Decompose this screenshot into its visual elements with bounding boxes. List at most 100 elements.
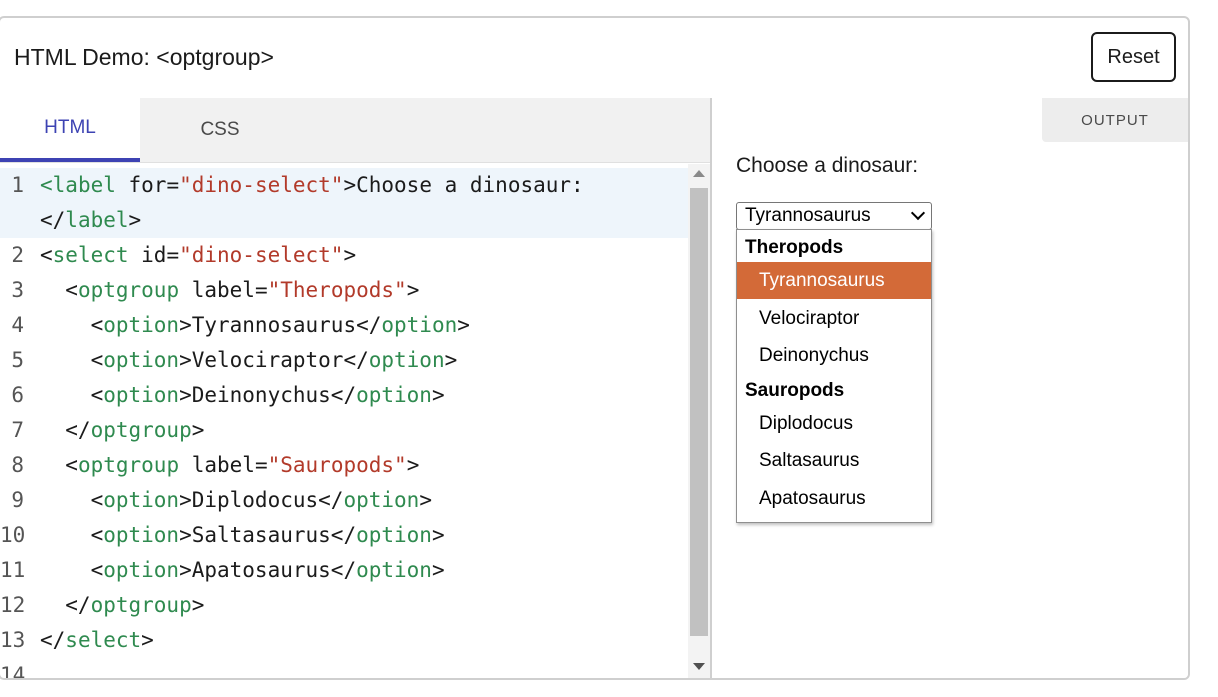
code-area[interactable]: 1 <label for="dino-select">Choose a dinos… (0, 164, 688, 678)
code-token-tag: option (343, 488, 420, 512)
dropdown-option[interactable]: Saltasaurus (737, 442, 931, 479)
choose-label: Choose a dinosaur: (736, 154, 919, 177)
line-number: 7 (11, 418, 24, 442)
code-token-tag: label (52, 173, 116, 197)
select-value: Tyrannosaurus (745, 205, 871, 226)
code-text: <optgroup label="Sauropods"> (40, 448, 419, 483)
code-token-text: < (40, 348, 104, 372)
code-line: 10 <option>Saltasaurus</option> (0, 518, 688, 553)
code-token-tag: optgroup (90, 593, 192, 617)
demo-title: HTML Demo: <optgroup> (14, 44, 274, 70)
code-token-text: > (128, 208, 142, 232)
output-panel: OUTPUT Choose a dinosaur: Tyrannosaurus … (712, 98, 1188, 678)
code-token-tag: < (40, 173, 53, 197)
optgroup-label: Sauropods (745, 379, 845, 401)
code-token-string: "dino-select" (179, 173, 344, 197)
code-token-text: > (431, 383, 445, 407)
code-text: <label for="dino-select">Choose a dinosa… (40, 168, 584, 203)
code-token-text: > (444, 348, 458, 372)
code-line: 1 <label for="dino-select">Choose a dinos… (0, 168, 688, 203)
code-text: <option>Apatosaurus</option> (40, 553, 445, 588)
code-token-text: < (40, 523, 104, 547)
code-token-text: >Saltasaurus</ (179, 523, 357, 547)
code-token-tag: option (103, 348, 180, 372)
code-scrollbar[interactable] (688, 164, 710, 678)
code-line: 9 <option>Diplodocus</option> (0, 483, 688, 518)
code-token-string: "Sauropods" (267, 453, 407, 477)
dino-select[interactable]: Tyrannosaurus (736, 202, 932, 230)
code-token-text: >Tyrannosaurus</ (179, 313, 382, 337)
code-token-tag: option (103, 383, 180, 407)
dropdown-option[interactable]: Velociraptor (737, 300, 931, 337)
tab-css[interactable]: CSS (140, 98, 300, 162)
code-text: <option>Tyrannosaurus</option> (40, 308, 470, 343)
code-token-text: > (141, 628, 154, 652)
dropdown-option[interactable]: Diplodocus (737, 405, 931, 442)
chevron-down-icon (910, 205, 926, 221)
code-text: <option>Saltasaurus</option> (40, 518, 445, 553)
line-number: 6 (11, 383, 24, 407)
code-line: 2 <select id="dino-select"> (0, 238, 688, 273)
code-line: </label> (0, 203, 688, 238)
tab-html[interactable]: HTML (0, 98, 140, 162)
code-token-text: > (406, 453, 420, 477)
code-line: 8 <optgroup label="Sauropods"> (0, 448, 688, 483)
line-number: 10 (0, 523, 26, 547)
select-dropdown: Theropods Tyrannosaurus Velociraptor Deinon… (736, 229, 932, 523)
editor-tabs: HTML CSS (0, 98, 710, 163)
code-token-text: < (40, 278, 78, 302)
code-token-text: > (343, 243, 357, 267)
code-token-tag: option (356, 383, 432, 407)
tab-output[interactable]: OUTPUT (1042, 98, 1188, 142)
code-token-text: >Choose a dinosaur: (343, 173, 584, 197)
code-token-text: >Deinonychus</ (179, 383, 357, 407)
code-token-tag: optgroup (77, 453, 180, 477)
code-token-text: > (191, 418, 205, 442)
code-token-text: >Apatosaurus</ (179, 558, 357, 582)
optgroup-label: Theropods (745, 237, 844, 258)
code-line: 14 (0, 658, 688, 678)
scrollbar-thumb[interactable] (690, 188, 708, 636)
dropdown-option[interactable]: Apatosaurus (737, 480, 931, 517)
code-token-text: label= (179, 278, 268, 302)
code-token-tag: option (103, 558, 180, 582)
code-token-tag: option (356, 558, 432, 582)
code-text: </label> (40, 203, 141, 238)
code-token-text: > (431, 558, 445, 582)
code-token-tag: option (103, 523, 180, 547)
code-token-text: label= (179, 453, 268, 477)
code-token-tag: optgroup (77, 278, 180, 302)
code-token-text: > (431, 523, 445, 547)
code-token-string: "Theropods" (267, 278, 407, 302)
code-token-string: "dino-select" (179, 243, 344, 267)
code-token-text: for= (115, 173, 180, 197)
demo-frame: HTML Demo: <optgroup> Reset HTML CSS 1 <l… (0, 16, 1190, 680)
code-token-tag: select (65, 628, 142, 652)
reset-button[interactable]: Reset (1091, 32, 1176, 82)
code-token-tag: option (103, 488, 180, 512)
code-token-tag: option (356, 523, 432, 547)
line-number: 2 (11, 243, 24, 267)
line-number: 8 (11, 453, 24, 477)
code-line: 7 </optgroup> (0, 413, 688, 448)
code-token-text: </ (40, 628, 66, 652)
code-token-tag: option (381, 313, 458, 337)
code-token-text: < (40, 453, 78, 477)
scroll-down-arrow-icon[interactable] (693, 663, 705, 670)
scroll-up-arrow-icon[interactable] (693, 170, 705, 177)
code-token-text: > (406, 278, 420, 302)
code-line: 11 <option>Apatosaurus</option> (0, 553, 688, 588)
demo-header: HTML Demo: <optgroup> Reset (0, 18, 1188, 99)
dropdown-option[interactable]: Tyrannosaurus (737, 262, 931, 299)
code-token-text: </ (40, 418, 91, 442)
code-token-text: > (419, 488, 432, 512)
code-token-tag: optgroup (90, 418, 192, 442)
code-token-text: >Velociraptor</ (179, 348, 369, 372)
line-number: 3 (11, 278, 24, 302)
code-token-text: > (191, 593, 205, 617)
code-token-text: < (40, 243, 53, 267)
dropdown-option[interactable]: Deinonychus (737, 337, 931, 374)
code-token-tag: option (103, 313, 180, 337)
code-text: <option>Deinonychus</option> (40, 378, 445, 413)
code-line: 3 <optgroup label="Theropods"> (0, 273, 688, 308)
